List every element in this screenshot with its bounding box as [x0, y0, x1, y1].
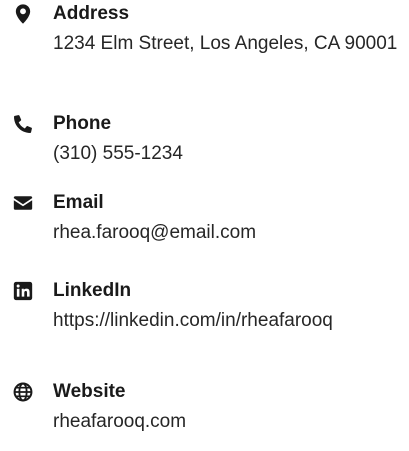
contact-text-email: Email rhea.farooq@email.com [53, 189, 403, 248]
email-value[interactable]: rhea.farooq@email.com [53, 217, 403, 248]
contact-text-linkedin: LinkedIn https://linkedin.com/in/rheafar… [53, 277, 403, 336]
linkedin-icon [12, 280, 34, 302]
linkedin-link[interactable]: https://linkedin.com/in/rheafarooq [53, 305, 403, 336]
contact-text-address: Address 1234 Elm Street, Los Angeles, CA… [53, 0, 403, 59]
contact-text-website: Website rheafarooq.com [53, 378, 403, 437]
phone-label: Phone [53, 113, 112, 134]
phone-icon [12, 113, 34, 135]
linkedin-label: LinkedIn [53, 280, 132, 301]
map-pin-icon [12, 3, 34, 25]
email-label: Email [53, 192, 104, 213]
envelope-icon [12, 192, 34, 214]
contact-text-phone: Phone (310) 555-1234 [53, 110, 403, 169]
website-label: Website [53, 381, 126, 402]
phone-value[interactable]: (310) 555-1234 [53, 138, 403, 169]
address-value: 1234 Elm Street, Los Angeles, CA 90001 [53, 33, 398, 54]
address-label: Address [53, 3, 130, 24]
website-link[interactable]: rheafarooq.com [53, 406, 403, 437]
globe-icon [12, 381, 34, 403]
